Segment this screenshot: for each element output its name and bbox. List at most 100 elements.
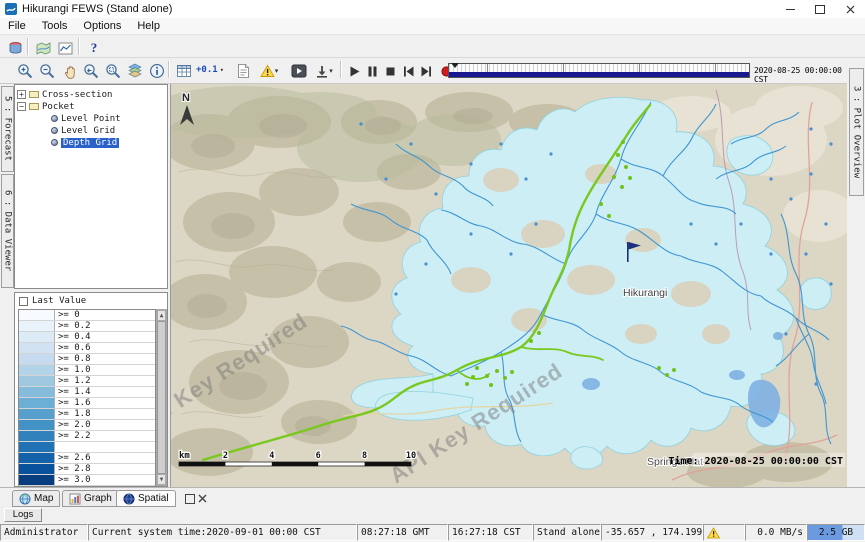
legend-label: >= 0.8 bbox=[55, 354, 91, 364]
tree-node-level-grid[interactable]: Level Grid bbox=[51, 125, 115, 136]
filter-tree-panel: + Cross-section − Pocket Level Point Lev… bbox=[14, 84, 168, 289]
map-canvas: API Key Required API Key Required Hikura… bbox=[171, 84, 848, 487]
profile-display-button[interactable] bbox=[232, 60, 254, 82]
legend-swatch bbox=[19, 387, 55, 397]
tree-node-label: Level Point bbox=[61, 114, 121, 124]
tab-graph[interactable]: Graph bbox=[62, 490, 119, 507]
north-label: N bbox=[182, 92, 190, 104]
scroll-down-icon[interactable]: ▼ bbox=[157, 474, 166, 485]
legend-label: >= 2.8 bbox=[55, 464, 91, 474]
tree-node-cross-section[interactable]: + Cross-section bbox=[17, 89, 112, 100]
legend-label: >= 1.8 bbox=[55, 409, 91, 419]
movie-icon bbox=[291, 64, 307, 78]
contour-interval-control[interactable]: +0.1 ▾ bbox=[196, 65, 224, 75]
zoom-out-button[interactable] bbox=[36, 60, 58, 82]
menu-help[interactable]: Help bbox=[129, 19, 168, 33]
skip-start-icon bbox=[402, 65, 415, 78]
legend-swatch bbox=[19, 409, 55, 419]
zoom-extent-button[interactable] bbox=[102, 60, 124, 82]
scrollbar-thumb[interactable] bbox=[157, 321, 166, 474]
pan-button[interactable] bbox=[58, 60, 80, 82]
legend-swatch bbox=[19, 431, 55, 441]
tree-node-depth-grid[interactable]: Depth Grid bbox=[51, 137, 119, 148]
panel-maximize-button[interactable] bbox=[184, 493, 195, 504]
collapse-icon[interactable]: − bbox=[17, 102, 26, 111]
last-value-checkbox[interactable] bbox=[19, 297, 28, 306]
scale-tick: 6 bbox=[316, 451, 321, 461]
legend-label: >= 0.2 bbox=[55, 321, 91, 331]
skip-to-start-button[interactable] bbox=[398, 60, 418, 82]
status-user: Administrator bbox=[0, 524, 88, 541]
play-icon bbox=[348, 65, 361, 78]
chevron-down-icon: ▾ bbox=[220, 67, 224, 74]
database-icon bbox=[8, 41, 23, 56]
logs-row: Logs bbox=[0, 507, 865, 523]
map-display-button[interactable] bbox=[32, 37, 54, 59]
help-button[interactable]: ? bbox=[83, 37, 105, 59]
legend-swatch bbox=[19, 442, 55, 452]
fews-window: Hikurangi FEWS (Stand alone) File Tools … bbox=[0, 0, 865, 542]
info-icon bbox=[149, 63, 165, 79]
menu-options[interactable]: Options bbox=[75, 19, 129, 33]
legend-table: >= 0 >= 0.2 >= 0.4 >= 0.6 >= 0.8 >= 1.0 … bbox=[18, 309, 156, 486]
legend-label: >= 1.2 bbox=[55, 376, 91, 386]
legend-swatch bbox=[19, 453, 55, 463]
layers-button[interactable] bbox=[124, 60, 146, 82]
zoom-in-button[interactable] bbox=[14, 60, 36, 82]
warning-icon bbox=[707, 527, 720, 539]
menu-file[interactable]: File bbox=[0, 19, 34, 33]
skip-to-end-button[interactable] bbox=[416, 60, 436, 82]
zoom-out-icon bbox=[39, 63, 55, 79]
tree-node-pocket[interactable]: − Pocket bbox=[17, 101, 75, 112]
status-memory: 2.5 GB bbox=[807, 524, 865, 541]
map-viewport[interactable]: API Key Required API Key Required Hikura… bbox=[170, 84, 848, 487]
status-local-time: 16:27:18 CST bbox=[448, 524, 533, 541]
tab-spatial[interactable]: Spatial bbox=[116, 490, 176, 507]
sidebar-tab-forecast-label: 5 : Forecast bbox=[3, 96, 13, 161]
scale-tick: 8 bbox=[362, 451, 367, 461]
scroll-up-icon[interactable]: ▲ bbox=[157, 310, 166, 321]
scale-tick: 2 bbox=[223, 451, 228, 461]
tab-map-label: Map bbox=[34, 493, 53, 504]
expand-icon[interactable]: + bbox=[17, 90, 26, 99]
sidebar-tab-data-viewer[interactable]: 6 : Data Viewer bbox=[1, 174, 14, 288]
time-slider-cursor[interactable] bbox=[451, 63, 459, 68]
tree-node-level-point[interactable]: Level Point bbox=[51, 113, 121, 124]
timeseries-display-button[interactable] bbox=[54, 37, 76, 59]
maximize-button[interactable] bbox=[805, 0, 835, 18]
skip-end-icon bbox=[420, 65, 433, 78]
close-button[interactable] bbox=[835, 0, 865, 18]
main-toolbar: ? bbox=[0, 35, 865, 58]
legend-label: >= 2.6 bbox=[55, 453, 91, 463]
zoom-previous-button[interactable] bbox=[80, 60, 102, 82]
sidebar-tab-plot-overview[interactable]: 3 : Plot Overview bbox=[849, 68, 864, 196]
save-display-button[interactable]: ▾ bbox=[310, 60, 338, 82]
status-warning-cell[interactable] bbox=[703, 524, 745, 541]
legend-swatch bbox=[19, 354, 55, 364]
grid-display-button[interactable] bbox=[173, 60, 195, 82]
menu-tools[interactable]: Tools bbox=[34, 19, 76, 33]
legend-swatch bbox=[19, 398, 55, 408]
database-button[interactable] bbox=[4, 37, 26, 59]
play-button[interactable] bbox=[344, 60, 364, 82]
legend-label: >= 0.6 bbox=[55, 343, 91, 353]
sidebar-tab-forecast[interactable]: 5 : Forecast bbox=[1, 86, 14, 172]
sidebar-tab-plot-overview-label: 3 : Plot Overview bbox=[852, 86, 862, 178]
thresholds-warning-button[interactable]: ▾ bbox=[254, 60, 284, 82]
legend-swatch bbox=[19, 310, 55, 320]
contour-interval-value: +0.1 bbox=[196, 65, 218, 75]
time-slider[interactable] bbox=[448, 63, 750, 78]
tab-map[interactable]: Map bbox=[12, 490, 60, 507]
stop-button[interactable] bbox=[380, 60, 400, 82]
logs-button[interactable]: Logs bbox=[4, 508, 42, 522]
minimize-button[interactable] bbox=[775, 0, 805, 18]
legend-swatch bbox=[19, 376, 55, 386]
status-data-rate: 0.0 MB/s bbox=[745, 524, 807, 541]
info-button[interactable] bbox=[146, 60, 168, 82]
pause-button[interactable] bbox=[362, 60, 382, 82]
document-icon bbox=[236, 63, 251, 79]
panel-close-button[interactable] bbox=[197, 493, 208, 504]
legend-scrollbar[interactable]: ▲ ▼ bbox=[156, 309, 167, 486]
movie-export-button[interactable] bbox=[288, 60, 310, 82]
legend-swatch bbox=[19, 343, 55, 353]
